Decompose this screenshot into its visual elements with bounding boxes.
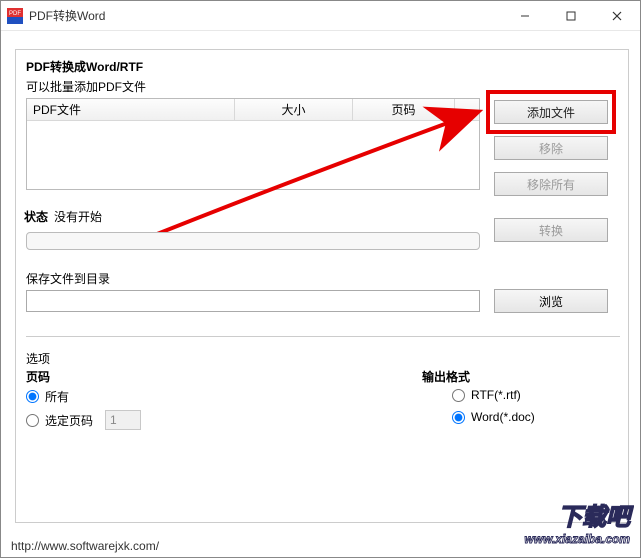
output-format-label: 输出格式: [422, 368, 470, 385]
progress-bar: [26, 232, 480, 250]
col-header-size[interactable]: 大小: [235, 99, 353, 121]
page-number-input: [105, 410, 141, 430]
radio-rtf-input[interactable]: [452, 389, 465, 402]
radio-select-pages[interactable]: 选定页码: [26, 410, 141, 430]
main-panel: PDF转换成Word/RTF 可以批量添加PDF文件 PDF文件 大小 页码 添…: [15, 49, 629, 523]
svg-text:PDF: PDF: [9, 11, 21, 17]
minimize-button[interactable]: [502, 1, 548, 30]
close-button[interactable]: [594, 1, 640, 30]
add-file-button[interactable]: 添加文件: [494, 100, 608, 124]
window-controls: [502, 1, 640, 30]
radio-rtf-label: RTF(*.rtf): [471, 388, 521, 402]
radio-doc-input[interactable]: [452, 411, 465, 424]
window-title: PDF转换Word: [29, 7, 502, 24]
file-table[interactable]: PDF文件 大小 页码: [26, 98, 480, 190]
radio-doc[interactable]: Word(*.doc): [452, 410, 535, 424]
app-icon: PDF: [7, 8, 23, 24]
convert-button[interactable]: 转换: [494, 218, 608, 242]
col-header-spacer: [455, 99, 479, 121]
watermark-line2: www.xiazaiba.com: [524, 532, 630, 546]
maximize-button[interactable]: [548, 1, 594, 30]
section-subtitle: 可以批量添加PDF文件: [26, 78, 146, 95]
page-range-label: 页码: [26, 368, 50, 385]
radio-doc-label: Word(*.doc): [471, 410, 535, 424]
section-title: PDF转换成Word/RTF: [26, 58, 143, 75]
divider: [26, 336, 620, 337]
footer-url: http://www.softwarejxk.com/: [11, 539, 159, 553]
file-table-header: PDF文件 大小 页码: [27, 99, 479, 121]
save-folder-input[interactable]: [26, 290, 480, 312]
remove-button[interactable]: 移除: [494, 136, 608, 160]
remove-all-button[interactable]: 移除所有: [494, 172, 608, 196]
radio-all-pages[interactable]: 所有: [26, 388, 69, 405]
radio-all-label: 所有: [45, 388, 69, 405]
options-label: 选项: [26, 350, 50, 367]
radio-select-label: 选定页码: [45, 412, 93, 429]
browse-button[interactable]: 浏览: [494, 289, 608, 313]
radio-select-input[interactable]: [26, 414, 39, 427]
col-header-page[interactable]: 页码: [353, 99, 455, 121]
radio-all-input[interactable]: [26, 390, 39, 403]
status-value: 没有开始: [54, 208, 102, 225]
radio-rtf[interactable]: RTF(*.rtf): [452, 388, 521, 402]
col-header-file[interactable]: PDF文件: [27, 99, 235, 121]
status-label: 状态: [24, 208, 48, 225]
save-folder-label: 保存文件到目录: [26, 270, 110, 287]
titlebar: PDF PDF转换Word: [1, 1, 640, 31]
